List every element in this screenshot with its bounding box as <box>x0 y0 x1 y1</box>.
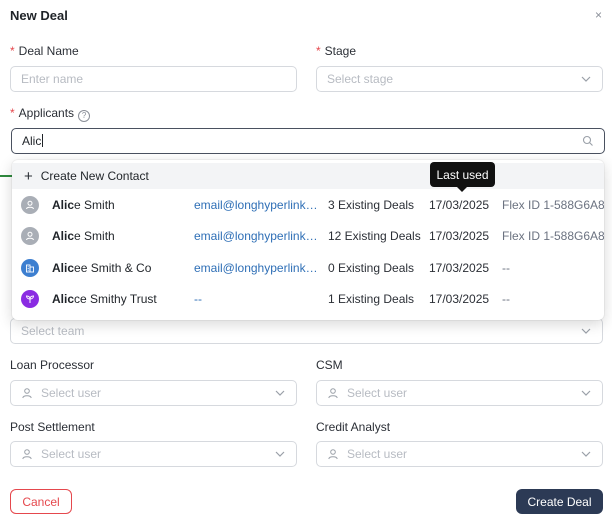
stage-label: * Stage <box>316 44 357 58</box>
list-item[interactable]: Alicce Smithy Trust -- 1 Existing Deals … <box>12 284 604 316</box>
dialog-title: New Deal <box>10 8 68 23</box>
last-used-date: 17/03/2025 <box>429 260 490 275</box>
chevron-down-icon <box>581 390 591 396</box>
existing-deals-count: 3 Existing Deals <box>328 197 415 212</box>
loan-processor-placeholder: Select user <box>41 386 102 400</box>
create-deal-button[interactable]: Create Deal <box>516 489 603 514</box>
focus-indicator <box>0 175 12 177</box>
applicants-dropdown: + Create New Contact Alice Smith email@l… <box>12 160 604 320</box>
last-used-date: 17/03/2025 <box>429 229 490 244</box>
contact-name: Alice Smith <box>52 197 115 212</box>
deal-name-placeholder: Enter name <box>21 72 84 86</box>
user-icon <box>22 388 32 399</box>
user-icon <box>328 449 338 460</box>
cancel-button[interactable]: Cancel <box>10 489 72 514</box>
credit-analyst-placeholder: Select user <box>347 447 408 461</box>
chevron-down-icon <box>275 451 285 457</box>
create-new-contact-label: Create New Contact <box>40 169 149 183</box>
csm-placeholder: Select user <box>347 386 408 400</box>
contact-name: Alicce Smithy Trust <box>52 292 157 307</box>
building-icon <box>21 258 39 277</box>
flex-id: Flex ID 1-588G6A8 <box>502 197 604 212</box>
contact-name: Alicee Smith & Co <box>52 260 152 275</box>
existing-deals-count: 0 Existing Deals <box>328 260 415 275</box>
applicants-search-input[interactable]: Alic <box>11 128 605 154</box>
post-settlement-placeholder: Select user <box>41 447 102 461</box>
csm-select[interactable]: Select user <box>316 380 603 406</box>
list-item[interactable]: Alicee Smith & Co email@longhyperlinking… <box>12 252 604 284</box>
chevron-down-icon <box>581 328 591 334</box>
contact-email[interactable]: email@longhyperlinkingaddress.com <box>194 261 318 275</box>
user-icon <box>328 388 338 399</box>
contact-email[interactable]: email@longhyperlinkingaddress.com <box>194 198 318 212</box>
loan-processor-select[interactable]: Select user <box>10 380 297 406</box>
csm-label: CSM <box>316 358 343 372</box>
loan-processor-label: Loan Processor <box>10 358 95 372</box>
post-settlement-select[interactable]: Select user <box>10 441 297 467</box>
last-used-tooltip: Last used <box>430 162 495 192</box>
close-icon[interactable]: × <box>595 8 602 22</box>
last-used-date: 17/03/2025 <box>429 292 490 307</box>
deal-name-label: * Deal Name <box>10 44 79 58</box>
search-icon <box>582 135 593 146</box>
list-item[interactable]: Alice Smith email@longhyperlinkingaddres… <box>12 221 604 253</box>
required-marker: * <box>10 44 15 58</box>
existing-deals-count: 1 Existing Deals <box>328 292 415 307</box>
contact-name: Alice Smith <box>52 229 115 244</box>
team-select[interactable]: Select team <box>10 318 603 344</box>
existing-deals-count: 12 Existing Deals <box>328 229 421 244</box>
stage-placeholder: Select stage <box>327 72 394 86</box>
chevron-down-icon <box>581 76 591 82</box>
required-marker: * <box>10 106 15 120</box>
text-caret <box>42 134 44 147</box>
deal-name-input[interactable]: Enter name <box>10 66 297 92</box>
credit-analyst-label: Credit Analyst <box>316 420 391 434</box>
sprout-icon <box>21 290 39 309</box>
applicants-label: * Applicants? <box>10 106 91 122</box>
user-icon <box>22 449 32 460</box>
team-placeholder: Select team <box>21 324 85 338</box>
credit-analyst-select[interactable]: Select user <box>316 441 603 467</box>
contact-email: -- <box>194 292 202 307</box>
flex-id: -- <box>502 292 510 307</box>
required-marker: * <box>316 44 321 58</box>
chevron-down-icon <box>275 390 285 396</box>
post-settlement-label: Post Settlement <box>10 420 95 434</box>
flex-id: Flex ID 1-588G6A8 <box>502 229 604 244</box>
last-used-date: 17/03/2025 <box>429 197 490 212</box>
help-icon[interactable]: ? <box>78 110 91 122</box>
contact-email[interactable]: email@longhyperlinkingaddress.com <box>194 229 318 243</box>
person-icon <box>21 195 39 214</box>
chevron-down-icon <box>581 451 591 457</box>
person-icon <box>21 227 39 246</box>
flex-id: -- <box>502 260 510 275</box>
plus-icon: + <box>24 167 33 185</box>
stage-select[interactable]: Select stage <box>316 66 603 92</box>
list-item[interactable]: Alice Smith email@longhyperlinkingaddres… <box>12 189 604 221</box>
applicants-search-value: Alic <box>22 134 42 148</box>
create-new-contact-option[interactable]: + Create New Contact <box>12 163 604 189</box>
